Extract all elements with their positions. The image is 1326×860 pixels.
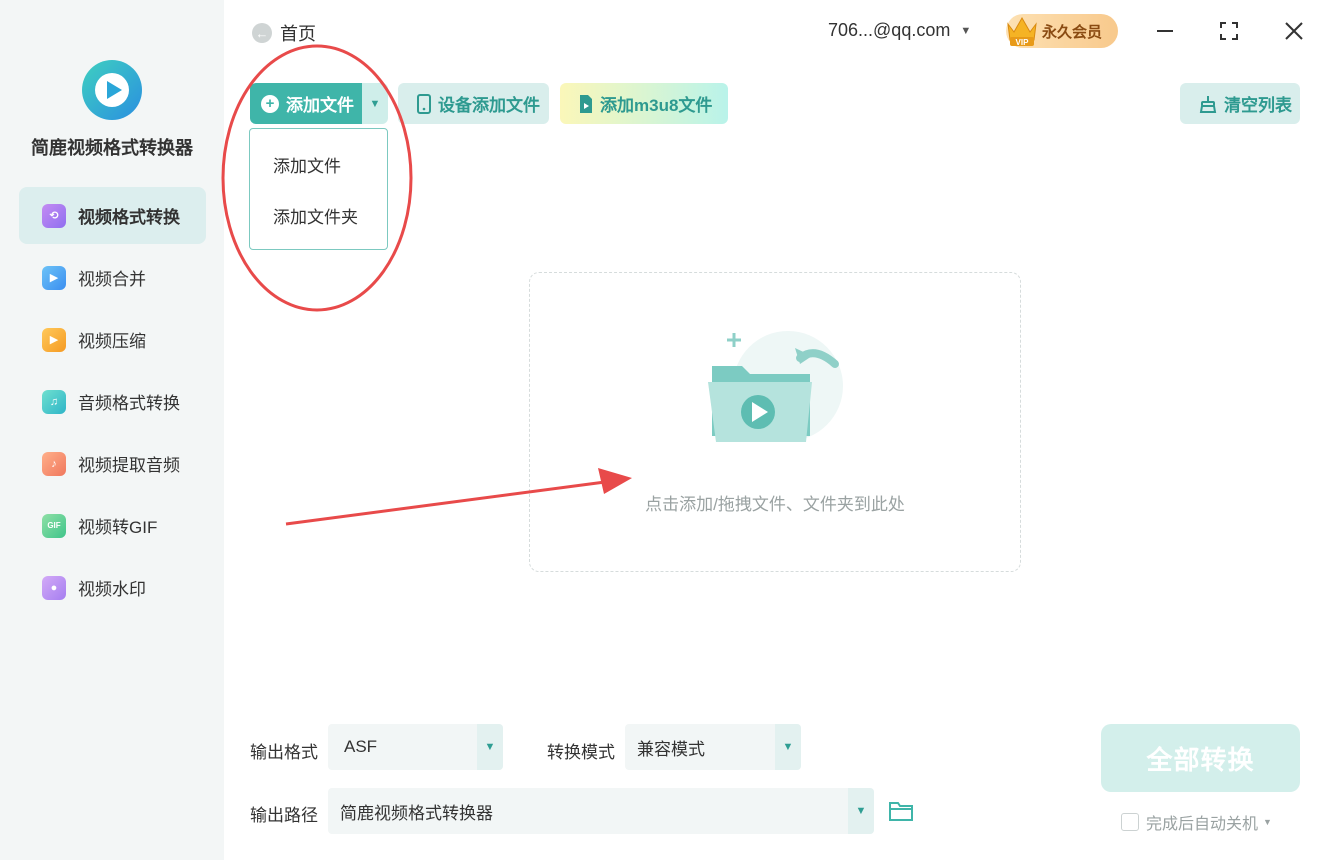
- gif-icon: GIF: [42, 513, 66, 538]
- output-format-select[interactable]: ASF ▼: [328, 724, 503, 770]
- sidebar-item-label: 视频合并: [78, 270, 146, 289]
- drop-zone-hint: 点击添加/拖拽文件、文件夹到此处: [645, 495, 905, 514]
- menu-item-add-folder[interactable]: 添加文件夹: [250, 190, 387, 241]
- sidebar-item-label: 视频压缩: [78, 332, 146, 351]
- maximize-button[interactable]: [1214, 16, 1244, 46]
- add-file-button[interactable]: + 添加文件: [250, 83, 362, 124]
- app-name: 简鹿视频格式转换器: [31, 138, 193, 158]
- svg-text:VIP: VIP: [1016, 38, 1030, 47]
- convert-mode-value: 兼容模式: [637, 739, 705, 759]
- caret-down-icon: ▼: [960, 24, 972, 37]
- back-arrow-icon: ←: [252, 23, 272, 43]
- output-path-select[interactable]: 简鹿视频格式转换器 ▼: [328, 788, 874, 834]
- output-path-label: 输出路径: [250, 806, 318, 825]
- caret-down-icon: ▼: [848, 788, 874, 834]
- sidebar-item-video-compress[interactable]: ▶ 视频压缩: [19, 311, 206, 368]
- device-add-file-button[interactable]: 设备添加文件: [398, 83, 549, 124]
- clear-list-label: 清空列表: [1224, 96, 1292, 115]
- video-convert-icon: ⟲: [42, 203, 66, 228]
- close-icon: [1285, 22, 1303, 40]
- sidebar-item-label: 视频转GIF: [78, 518, 158, 537]
- account-email: 706...@qq.com: [828, 20, 951, 40]
- m3u8-file-icon: [578, 94, 594, 114]
- convert-mode-select[interactable]: 兼容模式 ▼: [625, 724, 801, 770]
- folder-video-icon: [708, 331, 843, 442]
- add-file-label: 添加文件: [286, 96, 354, 115]
- add-m3u8-label: 添加m3u8文件: [600, 96, 713, 115]
- vip-crown-icon: VIP: [1007, 16, 1037, 47]
- clear-list-button[interactable]: 清空列表: [1180, 83, 1300, 124]
- minimize-icon: [1157, 30, 1173, 32]
- close-button[interactable]: [1279, 16, 1309, 46]
- sidebar-nav: ⟲ 视频格式转换 ▶ 视频合并 ▶ 视频压缩 ♫ 音频格式转换 ♪ 视频提取音频…: [19, 187, 206, 621]
- audio-convert-icon: ♫: [42, 389, 66, 414]
- sidebar-item-label: 视频水印: [78, 580, 146, 599]
- caret-down-icon: ▼: [477, 724, 503, 770]
- convert-mode-label: 转换模式: [547, 743, 615, 762]
- auto-shutdown-option[interactable]: 完成后自动关机 ▼: [1121, 810, 1272, 834]
- sidebar-item-video-convert[interactable]: ⟲ 视频格式转换: [19, 187, 206, 244]
- plus-circle-icon: +: [261, 94, 279, 113]
- sidebar-item-audio-convert[interactable]: ♫ 音频格式转换: [19, 373, 206, 430]
- auto-shutdown-checkbox[interactable]: [1121, 813, 1139, 831]
- open-folder-icon[interactable]: [888, 798, 914, 824]
- minimize-button[interactable]: [1150, 16, 1180, 46]
- device-add-file-label: 设备添加文件: [438, 96, 540, 115]
- home-link[interactable]: ← 首页: [252, 20, 316, 46]
- sidebar-item-label: 音频格式转换: [78, 394, 180, 413]
- sidebar-item-video-merge[interactable]: ▶ 视频合并: [19, 249, 206, 306]
- maximize-icon: [1220, 22, 1238, 40]
- sidebar-item-label: 视频格式转换: [78, 208, 180, 227]
- add-file-menu: 添加文件 添加文件夹: [249, 128, 388, 250]
- account-dropdown[interactable]: 706...@qq.com ▼: [828, 20, 971, 41]
- output-format-label: 输出格式: [250, 743, 318, 762]
- broom-icon: [1198, 94, 1218, 114]
- sidebar-item-extract-audio[interactable]: ♪ 视频提取音频: [19, 435, 206, 492]
- caret-down-icon: ▼: [775, 724, 801, 770]
- sidebar-item-video-gif[interactable]: GIF 视频转GIF: [19, 497, 206, 554]
- auto-shutdown-label: 完成后自动关机: [1146, 816, 1259, 833]
- watermark-icon: ●: [42, 575, 66, 600]
- output-path-value: 简鹿视频格式转换器: [340, 803, 493, 823]
- sidebar-item-watermark[interactable]: ● 视频水印: [19, 559, 206, 616]
- video-merge-icon: ▶: [42, 265, 66, 290]
- add-file-dropdown-toggle[interactable]: ▼: [362, 83, 388, 124]
- video-compress-icon: ▶: [42, 327, 66, 352]
- vip-label: 永久会员: [1042, 23, 1103, 41]
- caret-down-icon: ▼: [1263, 817, 1272, 827]
- caret-down-icon: ▼: [369, 97, 381, 110]
- sidebar: 简鹿视频格式转换器 ⟲ 视频格式转换 ▶ 视频合并 ▶ 视频压缩 ♫ 音频格式转…: [0, 0, 224, 860]
- sidebar-item-label: 视频提取音频: [78, 456, 180, 475]
- phone-icon: [416, 93, 432, 114]
- convert-all-button[interactable]: 全部转换: [1101, 724, 1300, 792]
- menu-item-add-file[interactable]: 添加文件: [250, 139, 387, 190]
- output-format-value: ASF: [344, 737, 378, 756]
- vip-badge[interactable]: VIP 永久会员: [1006, 14, 1118, 48]
- add-m3u8-button[interactable]: 添加m3u8文件: [560, 83, 728, 124]
- home-label: 首页: [280, 24, 316, 44]
- app-logo-icon: [82, 60, 142, 120]
- extract-audio-icon: ♪: [42, 451, 66, 476]
